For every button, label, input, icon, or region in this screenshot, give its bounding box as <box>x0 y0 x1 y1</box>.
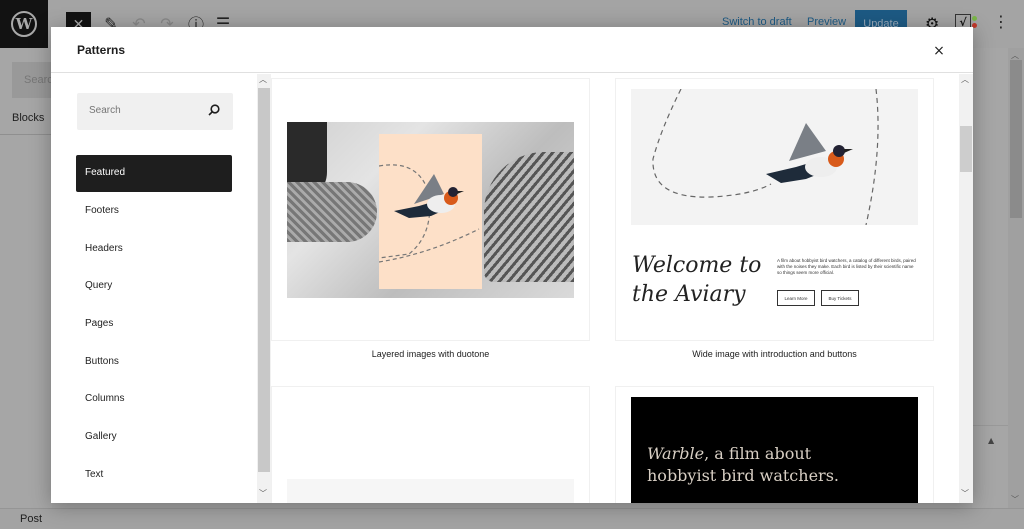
wordpress-logo-button[interactable]: W <box>0 0 48 48</box>
patterns-modal: Patterns × Search Featured Footers Heade… <box>51 27 973 503</box>
scrollbar-thumb[interactable] <box>258 88 270 472</box>
breadcrumb-post[interactable]: Post <box>20 513 42 525</box>
cover-heading: Warble, a film about hobbyist bird watch… <box>647 443 839 487</box>
scroll-up-icon[interactable]: ︿ <box>961 74 969 85</box>
heading-line: the Aviary <box>632 282 746 307</box>
inserter-search-input[interactable]: Searc <box>12 62 53 98</box>
bird-flight-image <box>631 89 918 225</box>
learn-more-preview-button: Learn More <box>777 290 815 306</box>
category-query[interactable]: Query <box>76 268 232 305</box>
heading-text: , a film about <box>704 444 812 463</box>
sidebar-scrollbar[interactable]: ︿ ﹀ <box>257 74 271 503</box>
pattern-image-placeholder <box>287 479 574 503</box>
scrollbar-thumb[interactable] <box>960 126 972 172</box>
modal-close-button[interactable]: × <box>929 41 949 61</box>
modal-title: Patterns <box>77 43 126 57</box>
category-gallery[interactable]: Gallery <box>76 419 232 456</box>
scroll-up-icon[interactable]: ︿ <box>259 74 267 85</box>
category-headers[interactable]: Headers <box>76 231 232 268</box>
dark-cover-block: Warble, a film about hobbyist bird watch… <box>631 397 918 503</box>
bird-illustration <box>379 164 480 263</box>
options-menu-button[interactable]: ⋮ <box>993 12 1009 31</box>
scroll-down-icon[interactable]: ﹀ <box>259 488 267 499</box>
close-icon: × <box>933 43 945 59</box>
search-placeholder: Search <box>89 105 121 116</box>
category-columns[interactable]: Columns <box>76 381 232 418</box>
heading-text: hobbyist bird watchers. <box>647 466 839 485</box>
category-featured[interactable]: Featured <box>76 155 232 192</box>
more-vertical-icon: ⋮ <box>993 12 1009 31</box>
pattern-search-input[interactable]: Search <box>77 93 233 130</box>
pattern-grid-scrollbar[interactable]: ︿ ﹀ <box>959 74 973 503</box>
heading-line: Welcome to <box>632 253 762 278</box>
bird-illustration <box>652 89 879 225</box>
caret-up-icon[interactable]: ▲ <box>988 436 994 445</box>
editor-footer: Post <box>0 508 1024 529</box>
duck-illustration <box>287 182 377 242</box>
category-buttons[interactable]: Buttons <box>76 344 232 381</box>
duck-illustration <box>484 152 574 282</box>
category-pages[interactable]: Pages <box>76 306 232 343</box>
peach-bird-image <box>379 134 482 289</box>
pattern-heading: Welcome to the Aviary <box>632 251 761 309</box>
pattern-warble-film[interactable]: Warble, a film about hobbyist bird watch… <box>615 386 934 503</box>
scroll-down-icon[interactable]: ﹀ <box>961 488 969 499</box>
scrollbar-thumb[interactable] <box>1010 60 1022 218</box>
scroll-down-icon[interactable]: ﹀ <box>1011 494 1019 505</box>
wordpress-logo-icon: W <box>11 11 37 37</box>
heading-emphasis: Warble <box>647 444 705 463</box>
modal-header: Patterns × <box>51 27 973 73</box>
category-footers[interactable]: Footers <box>76 193 232 230</box>
readability-status-dot <box>972 16 977 21</box>
pattern-label: Layered images with duotone <box>371 349 490 359</box>
pattern-description: A film about hobbyist bird watchers, a c… <box>777 258 916 275</box>
buy-tickets-preview-button: Buy Tickets <box>821 290 859 306</box>
divider <box>0 134 52 135</box>
pattern-wide-image-intro-buttons[interactable]: Welcome to the Aviary A film about hobby… <box>615 78 934 341</box>
page-scrollbar[interactable]: ︿ ﹀ <box>1008 48 1024 508</box>
pattern-preview[interactable] <box>271 386 590 503</box>
search-icon <box>208 104 220 116</box>
pattern-categories-sidebar: Search Featured Footers Headers Query Pa… <box>51 74 257 503</box>
pattern-layered-images-duotone[interactable] <box>271 78 590 341</box>
divider <box>972 425 1008 426</box>
pattern-grid: Layered images with duotone Welcome to t… <box>271 74 961 503</box>
category-text[interactable]: Text <box>76 457 232 494</box>
blocks-tab[interactable]: Blocks <box>12 112 44 124</box>
pattern-label: Wide image with introduction and buttons <box>692 349 857 359</box>
